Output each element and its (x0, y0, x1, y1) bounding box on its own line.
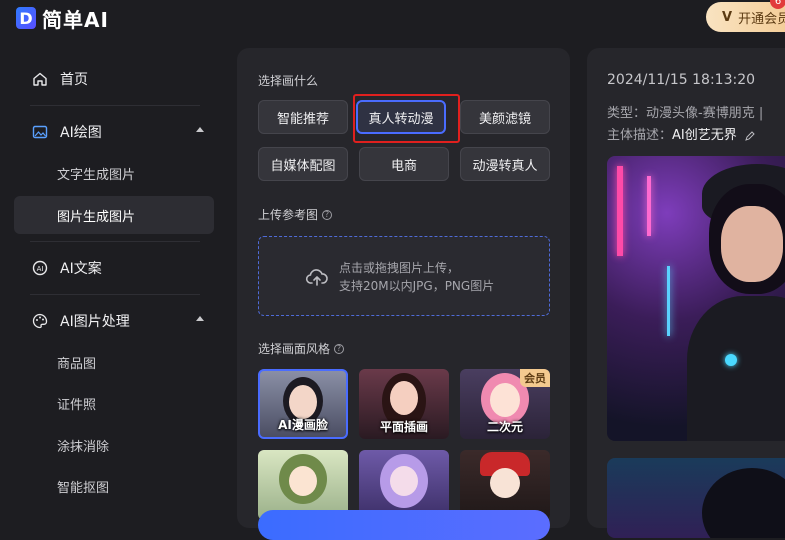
sidebar-item-ai-copywriting[interactable]: AI AI文案 (14, 249, 214, 287)
app-name: 简单AI (42, 7, 109, 32)
style-card-label: AI漫画脸 (278, 418, 328, 432)
portrait-hair (702, 468, 785, 538)
portrait-face (490, 468, 520, 498)
help-icon[interactable]: ? (334, 343, 345, 354)
edit-icon[interactable] (745, 130, 755, 141)
sidebar-item-home[interactable]: 首页 (14, 60, 214, 98)
sidebar-item-text-to-image[interactable]: 文字生成图片 (14, 154, 214, 192)
help-icon[interactable]: ? (322, 209, 333, 220)
portrait-face (490, 383, 520, 417)
divider (30, 105, 200, 106)
sidebar-item-erase[interactable]: 涂抹消除 (14, 426, 214, 464)
sidebar-item-ai-image-processing[interactable]: AI图片处理 (14, 302, 214, 340)
vip-crown-icon: V (722, 9, 733, 25)
upload-hint: 点击或拖拽图片上传， 支持20M以内JPG，PNG图片 (339, 259, 494, 295)
result-type: 类型：动漫头像-赛博朋克 | (607, 102, 763, 121)
image-icon (32, 124, 48, 140)
cloud-upload-icon (305, 269, 328, 286)
home-icon (32, 71, 48, 87)
sidebar-item-image-to-image[interactable]: 图片生成图片 (14, 196, 214, 234)
section-title-upload: 上传参考图 ? (258, 206, 333, 223)
vip-tag: 会员 (520, 369, 550, 387)
divider (30, 241, 200, 242)
style-card-flat-illustration[interactable]: 平面插画 (359, 369, 449, 439)
svg-text:AI: AI (37, 265, 44, 273)
sidebar-item-label: AI绘图 (60, 125, 102, 141)
chip-beauty-filter[interactable]: 美颜滤镜 (460, 100, 550, 134)
result-subject-value: AI创艺无界 (672, 128, 737, 143)
style-card-anime[interactable]: 会员 二次元 (460, 369, 550, 439)
logo-mark-icon: D (16, 7, 36, 29)
neon-sign (647, 176, 651, 236)
chip-smart-recommend[interactable]: 智能推荐 (258, 100, 348, 134)
portrait-face (390, 381, 418, 415)
neon-sign (667, 266, 670, 336)
collapse-caret-icon[interactable] (196, 316, 204, 321)
upload-dropzone[interactable]: 点击或拖拽图片上传， 支持20M以内JPG，PNG图片 (258, 236, 550, 316)
result-subject: 主体描述：AI创艺无界 (607, 124, 755, 143)
portrait-face (289, 385, 317, 419)
sidebar-item-id-photo[interactable]: 证件照 (14, 384, 214, 422)
section-title-upload-label: 上传参考图 (258, 208, 319, 222)
divider (30, 294, 200, 295)
portrait-face (721, 206, 783, 282)
section-title-style: 选择画面风格 ? (258, 340, 345, 357)
selection-highlight (353, 94, 460, 143)
portrait-face (390, 466, 418, 496)
sidebar-item-cutout[interactable]: 智能抠图 (14, 467, 214, 505)
sidebar-item-product-image[interactable]: 商品图 (14, 343, 214, 381)
result-timestamp: 2024/11/15 18:13:20 (607, 72, 756, 88)
chip-anime-to-photo[interactable]: 动漫转真人 (460, 147, 550, 181)
collapse-caret-icon[interactable] (196, 127, 204, 132)
jacket-light (725, 354, 737, 366)
portrait-jacket (687, 296, 785, 441)
sidebar-item-label: AI图片处理 (60, 314, 130, 330)
section-title-what: 选择画什么 (258, 74, 319, 88)
result-subject-label: 主体描述： (607, 128, 673, 143)
style-card-label: 平面插画 (379, 420, 428, 434)
style-card-label: 二次元 (486, 420, 523, 434)
chip-ecommerce[interactable]: 电商 (359, 147, 449, 181)
neon-sign (617, 166, 623, 256)
result-image[interactable] (607, 156, 785, 441)
ai-text-icon: AI (32, 260, 48, 276)
style-card-comic-face[interactable]: AI漫画脸 (258, 369, 348, 439)
app-logo[interactable]: D 简单AI (16, 4, 109, 32)
upload-hint-line1: 点击或拖拽图片上传， (339, 261, 460, 275)
upload-hint-line2: 支持20M以内JPG，PNG图片 (339, 279, 495, 293)
portrait-face (289, 466, 317, 496)
sidebar-item-label: AI文案 (60, 261, 102, 277)
chip-social-media[interactable]: 自媒体配图 (258, 147, 348, 181)
sidebar-item-ai-drawing[interactable]: AI绘图 (14, 113, 214, 151)
sidebar-item-label: 首页 (60, 72, 88, 88)
result-image-2[interactable] (607, 458, 785, 538)
result-type-label: 类型： (607, 106, 647, 121)
generate-button[interactable] (258, 510, 550, 540)
vip-button-label: 开通会员 (738, 11, 785, 27)
result-panel: 2024/11/15 18:13:20 类型：动漫头像-赛博朋克 | 主体描述：… (587, 48, 785, 538)
palette-icon (32, 313, 48, 329)
section-title-style-label: 选择画面风格 (258, 342, 331, 356)
result-type-value: 动漫头像-赛博朋克 | (646, 106, 764, 121)
